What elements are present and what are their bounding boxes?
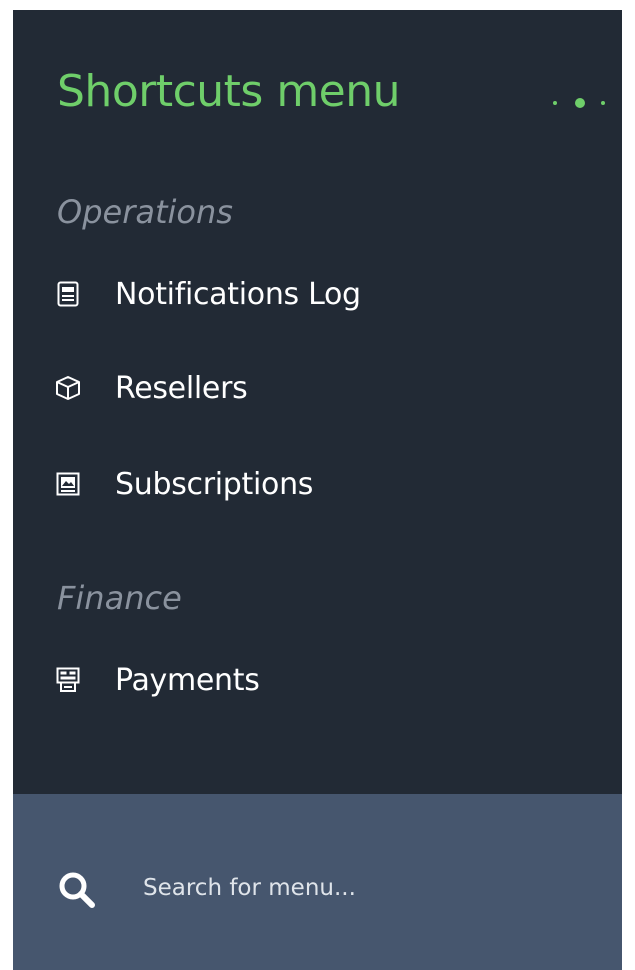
subscriptions-icon	[53, 469, 83, 499]
menu-item-payments[interactable]: Payments	[43, 652, 603, 708]
payments-icon	[53, 665, 83, 695]
more-dots-icon[interactable]	[545, 93, 615, 113]
menu-item-subscriptions[interactable]: Subscriptions	[43, 456, 603, 512]
menu-item-label: Payments	[115, 662, 260, 698]
search-input[interactable]	[143, 868, 583, 908]
notification-log-icon	[53, 279, 83, 309]
section-label-operations: Operations	[57, 193, 233, 231]
search-bar	[13, 794, 622, 970]
menu-item-notifications-log[interactable]: Notifications Log	[43, 266, 603, 322]
menu-header: Shortcuts menu	[13, 10, 622, 180]
box-icon	[53, 373, 83, 403]
shortcuts-menu-panel: Shortcuts menu Operations Notifications …	[13, 10, 622, 970]
menu-item-resellers[interactable]: Resellers	[43, 360, 603, 416]
section-label-finance: Finance	[57, 579, 182, 617]
menu-item-label: Subscriptions	[115, 466, 314, 502]
search-icon[interactable]	[57, 870, 97, 910]
menu-title: Shortcuts menu	[57, 66, 401, 117]
menu-item-label: Notifications Log	[115, 276, 361, 312]
menu-item-label: Resellers	[115, 370, 248, 406]
